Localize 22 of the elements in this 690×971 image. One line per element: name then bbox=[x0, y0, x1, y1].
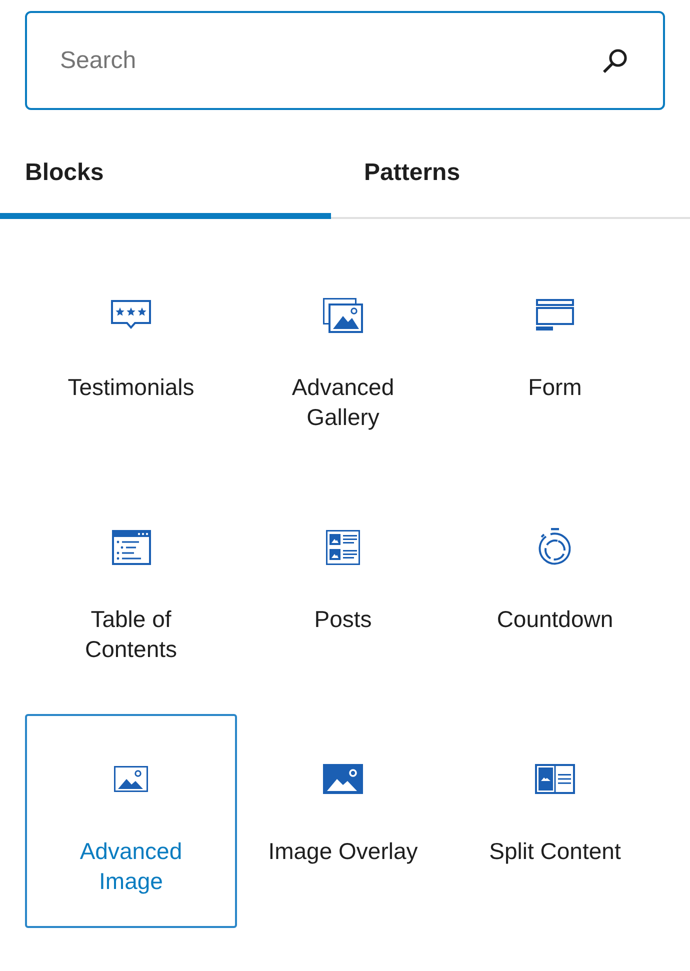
block-item[interactable]: Countdown bbox=[449, 482, 661, 696]
search-icon bbox=[602, 48, 628, 74]
block-item[interactable]: Image Overlay bbox=[237, 714, 449, 928]
image-stack-icon bbox=[323, 298, 363, 332]
block-item[interactable]: Testimonials bbox=[25, 250, 237, 464]
speech-bubble-stars-icon bbox=[111, 300, 151, 330]
block-item[interactable]: Table of Contents bbox=[25, 482, 237, 696]
split-layout-icon bbox=[535, 764, 575, 794]
image-filled-icon bbox=[323, 764, 363, 794]
image-icon bbox=[114, 766, 148, 792]
block-item[interactable]: Form bbox=[449, 250, 661, 464]
block-item[interactable]: Advanced Image bbox=[25, 714, 237, 928]
block-item[interactable]: Split Content bbox=[449, 714, 661, 928]
tab[interactable]: Blocks bbox=[0, 130, 331, 219]
tab[interactable]: Patterns bbox=[331, 130, 690, 219]
post-list-icon bbox=[326, 530, 360, 564]
stopwatch-icon bbox=[537, 528, 573, 566]
block-item[interactable]: Posts bbox=[237, 482, 449, 696]
form-layout-icon bbox=[536, 299, 574, 331]
search-field[interactable]: Search bbox=[25, 11, 665, 110]
block-item[interactable]: Advanced Gallery bbox=[237, 250, 449, 464]
list-window-icon bbox=[112, 530, 150, 564]
